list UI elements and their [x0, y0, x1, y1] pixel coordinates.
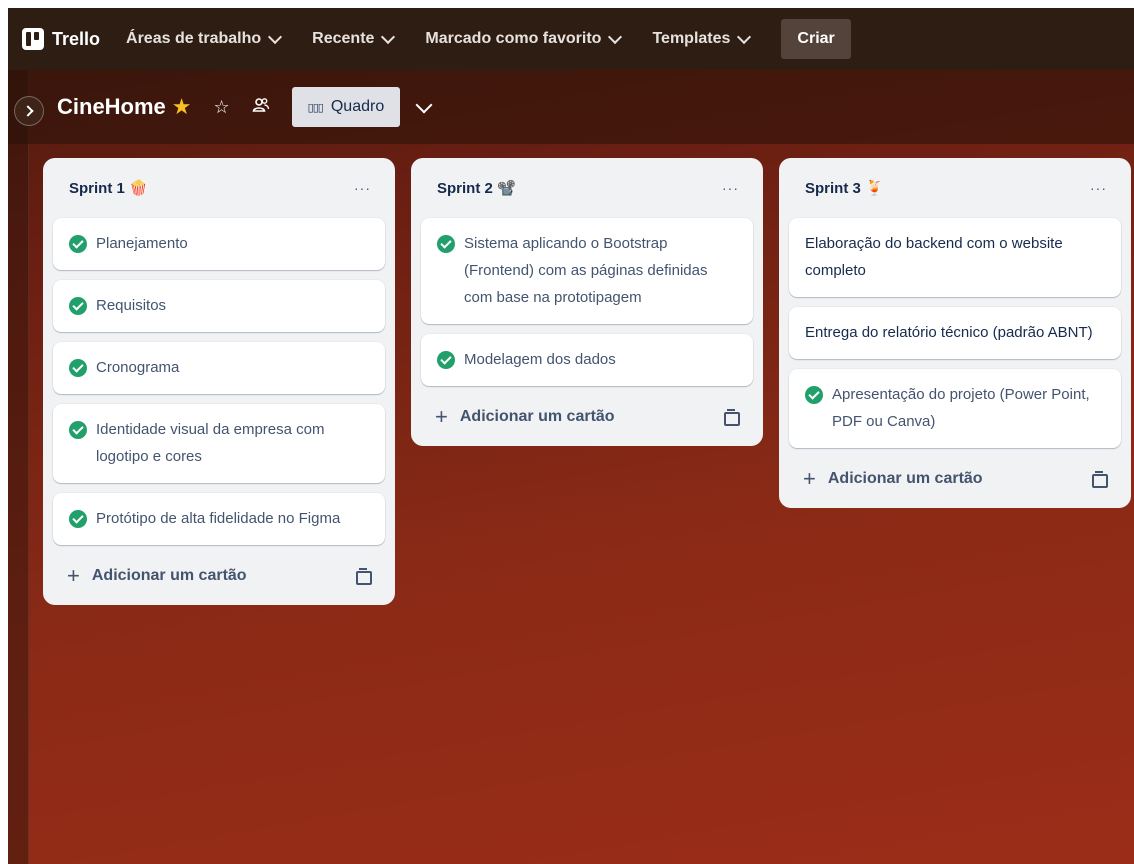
card[interactable]: Entrega do relatório técnico (padrão ABN… [789, 307, 1121, 359]
check-circle-icon[interactable] [69, 510, 87, 528]
nav-recent-label: Recente [312, 30, 375, 47]
view-switcher-button[interactable] [415, 96, 433, 116]
card-title: Requisitos [96, 297, 167, 314]
card[interactable]: Elaboração do backend com o website comp… [789, 218, 1121, 297]
collapsed-sidebar [8, 70, 44, 864]
card[interactable]: Identidade visual da empresa com logotip… [53, 404, 385, 483]
chevron-down-icon [608, 29, 623, 45]
people-icon [252, 97, 269, 112]
card-title: Sistema aplicando o Bootstrap (Frontend)… [464, 235, 708, 306]
check-circle-icon[interactable] [437, 235, 455, 253]
create-from-template-icon[interactable] [355, 568, 372, 585]
add-card-label: Adicionar um cartão [827, 470, 983, 487]
list-title[interactable]: Sprint 2 📽️ [437, 179, 516, 197]
card[interactable]: Requisitos [53, 280, 385, 332]
card-title: Planejamento [96, 235, 188, 252]
list-sprint-1: Sprint 1 🍿 ··· Planejamento Requisitos C… [43, 158, 395, 605]
list-header: Sprint 3 🍹 ··· [789, 168, 1121, 208]
check-circle-icon[interactable] [69, 359, 87, 377]
board-view-icon: ▯▯▯ [307, 101, 324, 114]
chevron-right-icon [22, 105, 34, 117]
create-from-template-icon[interactable] [1091, 471, 1108, 488]
nav-starred-label: Marcado como favorito [425, 30, 602, 47]
gold-star-icon: ★ [171, 94, 192, 119]
nav-workspaces[interactable]: Áreas de trabalho [126, 29, 283, 48]
plus-icon: + [803, 466, 816, 491]
list-sprint-3: Sprint 3 🍹 ··· Elaboração do backend com… [779, 158, 1131, 508]
chevron-down-icon [268, 29, 283, 45]
plus-icon: + [67, 563, 80, 588]
create-button[interactable]: Criar [781, 19, 851, 59]
add-card-label: Adicionar um cartão [459, 408, 615, 425]
nav-starred[interactable]: Marcado como favorito [425, 29, 623, 48]
list-menu-button[interactable]: ··· [346, 178, 379, 198]
check-circle-icon[interactable] [69, 235, 87, 253]
nav-workspaces-label: Áreas de trabalho [126, 30, 262, 47]
board-view-label: Quadro [330, 98, 385, 115]
card[interactable]: Sistema aplicando o Bootstrap (Frontend)… [421, 218, 753, 324]
card[interactable]: Protótipo de alta fidelidade no Figma [53, 493, 385, 545]
trello-logo[interactable]: Trello [22, 28, 100, 50]
list-sprint-2: Sprint 2 📽️ ··· Sistema aplicando o Boot… [411, 158, 763, 446]
list-title[interactable]: Sprint 3 🍹 [805, 179, 884, 197]
nav-templates-label: Templates [652, 30, 731, 47]
card-title: Cronograma [96, 359, 180, 376]
chevron-down-icon [415, 96, 433, 114]
expand-sidebar-button[interactable] [14, 96, 44, 126]
plus-icon: + [435, 404, 448, 429]
board-title[interactable]: CineHome [57, 94, 166, 120]
favorite-star-button[interactable]: ☆ [214, 97, 230, 118]
card[interactable]: Modelagem dos dados [421, 334, 753, 386]
app-frame: Trello Áreas de trabalho Recente Marcado… [8, 8, 1134, 864]
card-title: Identidade visual da empresa com logotip… [96, 421, 325, 465]
card-title: Modelagem dos dados [464, 351, 616, 368]
add-card-button[interactable]: + Adicionar um cartão [803, 466, 983, 491]
top-navbar: Trello Áreas de trabalho Recente Marcado… [8, 8, 1134, 70]
card-title: Entrega do relatório técnico (padrão ABN… [805, 324, 1093, 341]
nav-templates[interactable]: Templates [652, 29, 752, 48]
add-card-button[interactable]: + Adicionar um cartão [67, 563, 247, 588]
team-visibility-icon[interactable] [252, 96, 270, 119]
list-header: Sprint 1 🍿 ··· [53, 168, 385, 208]
check-circle-icon[interactable] [69, 421, 87, 439]
board-header: CineHome ★ ☆ ▯▯▯ Quadro [8, 70, 1134, 144]
add-card-label: Adicionar um cartão [91, 567, 247, 584]
nav-recent[interactable]: Recente [312, 29, 396, 48]
card-title: Apresentação do projeto (Power Point, PD… [832, 386, 1090, 430]
create-from-template-icon[interactable] [723, 409, 740, 426]
board-view-button[interactable]: ▯▯▯ Quadro [291, 87, 401, 127]
list-title[interactable]: Sprint 1 🍿 [69, 179, 148, 197]
list-menu-button[interactable]: ··· [1082, 178, 1115, 198]
trello-logo-icon [22, 28, 44, 50]
add-card-button[interactable]: + Adicionar um cartão [435, 404, 615, 429]
card-title: Protótipo de alta fidelidade no Figma [96, 510, 341, 527]
chevron-down-icon [381, 29, 396, 45]
list-header: Sprint 2 📽️ ··· [421, 168, 753, 208]
check-circle-icon[interactable] [805, 386, 823, 404]
list-footer: + Adicionar um cartão [53, 555, 385, 597]
card[interactable]: Apresentação do projeto (Power Point, PD… [789, 369, 1121, 448]
card-title: Elaboração do backend com o website comp… [805, 235, 1063, 279]
list-footer: + Adicionar um cartão [421, 396, 753, 438]
list-menu-button[interactable]: ··· [714, 178, 747, 198]
card[interactable]: Cronograma [53, 342, 385, 394]
list-footer: + Adicionar um cartão [789, 458, 1121, 500]
check-circle-icon[interactable] [437, 351, 455, 369]
check-circle-icon[interactable] [69, 297, 87, 315]
card[interactable]: Planejamento [53, 218, 385, 270]
logo-text: Trello [52, 28, 101, 49]
chevron-down-icon [737, 29, 752, 45]
